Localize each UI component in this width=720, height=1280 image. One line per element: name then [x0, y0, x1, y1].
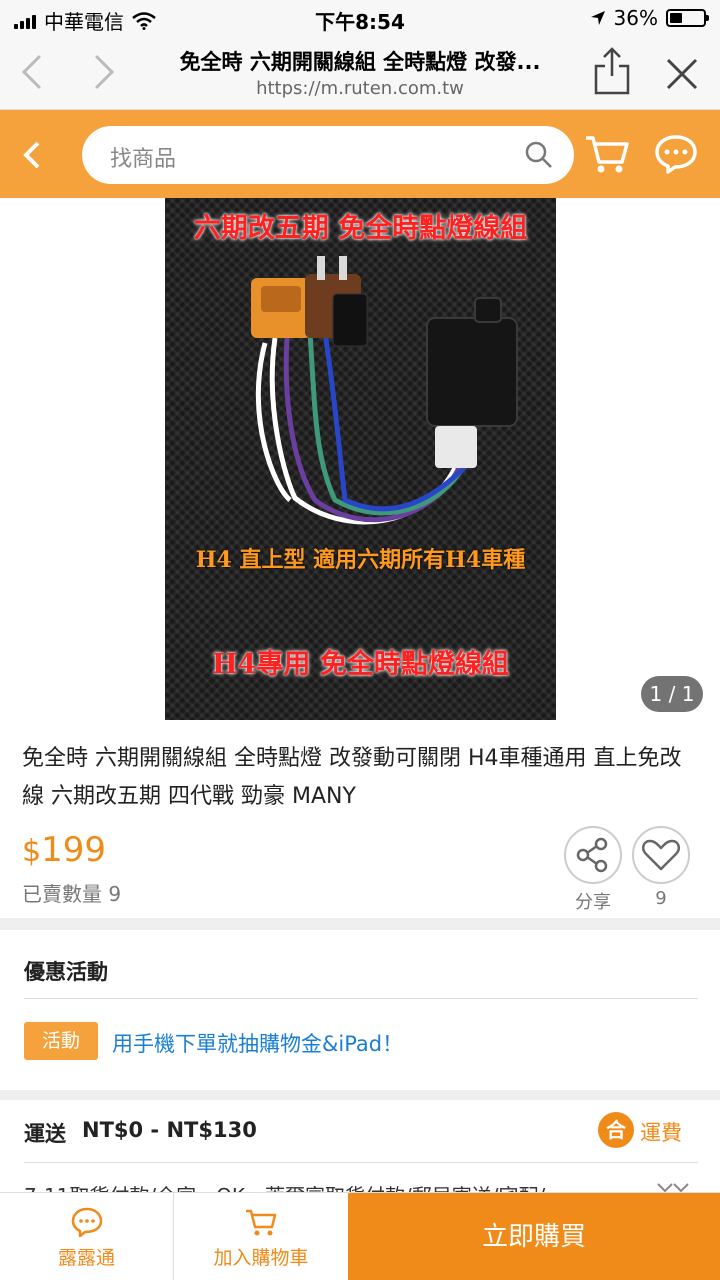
shipping-fee-link[interactable]: 運費 [640, 1117, 682, 1147]
search-placeholder: 找商品 [110, 147, 177, 172]
price-currency: $ [22, 834, 42, 869]
combined-shipping-badge: 合 [598, 1112, 634, 1148]
promotion-tag: 活動 [24, 1022, 98, 1060]
heart-icon [641, 839, 681, 871]
like-count: 9 [655, 888, 667, 909]
cart-icon[interactable] [584, 132, 630, 176]
sold-count: 已賣數量 9 [22, 882, 122, 906]
product-gallery[interactable]: 六期改五期 免全時點燈線組 H4 直上型 適用六期所有H4車種 H4專用 免全時… [0, 198, 720, 722]
share-icon [576, 837, 608, 873]
page-title: 免全時 六期開關線組 全時點燈 改發... [179, 50, 541, 74]
divider [24, 1162, 698, 1163]
share-label: 分享 [575, 892, 611, 913]
back-icon[interactable] [18, 138, 48, 172]
page-url[interactable]: https://m.ruten.com.tw [140, 78, 580, 99]
shipping-range: NT$0 - NT$130 [82, 1118, 257, 1142]
product-info: 免全時 六期開關線組 全時點燈 改發動可關閉 H4車種通用 直上免改線 六期改五… [0, 722, 720, 918]
bottom-action-bar: 露露通 加入購物車 立即購買 [0, 1192, 720, 1280]
chat-bubble-icon [71, 1207, 102, 1237]
chat-icon[interactable] [654, 134, 698, 174]
browser-forward-icon[interactable] [84, 52, 120, 92]
product-title: 免全時 六期開關線組 全時點燈 改發動可關閉 H4車種通用 直上免改線 六期改五… [22, 746, 682, 809]
status-bar: 中華電信 下午8:54 36% [0, 0, 720, 36]
product-photo[interactable]: 六期改五期 免全時點燈線組 H4 直上型 適用六期所有H4車種 H4專用 免全時… [165, 198, 556, 720]
close-icon[interactable] [664, 56, 700, 92]
location-icon [590, 11, 605, 25]
photo-caption-mid: H4 直上型 適用六期所有H4車種 [195, 547, 526, 573]
photo-caption-bottom: H4專用 免全時點燈線組 [212, 649, 509, 680]
status-right: 36% [590, 6, 709, 30]
add-to-cart-label: 加入購物車 [213, 1247, 309, 1269]
shipping-label: 運送 [24, 1122, 66, 1146]
battery-icon [666, 9, 709, 27]
cart-icon [246, 1209, 277, 1236]
price-value: 199 [41, 830, 106, 870]
share-button[interactable] [564, 826, 622, 884]
chat-label: 露露通 [57, 1247, 115, 1269]
shipping-section[interactable]: 運送 NT$0 - NT$130 合 運費 7-11取貨付款/全家、OK、萊爾富… [0, 1100, 720, 1208]
search-icon[interactable] [524, 140, 554, 170]
promotions-section: 優惠活動 活動 用手機下單就抽購物金&iPad！ [0, 930, 720, 1090]
product-price: $199 [22, 830, 106, 870]
site-header: 找商品 [0, 110, 720, 198]
browser-toolbar: 免全時 六期開關線組 全時點燈 改發... https://m.ruten.co… [0, 36, 720, 110]
share-sheet-icon[interactable] [592, 46, 632, 96]
divider [24, 998, 698, 999]
chat-button[interactable]: 露露通 [0, 1193, 174, 1280]
browser-back-icon[interactable] [16, 52, 52, 92]
add-to-cart-button[interactable]: 加入購物車 [174, 1193, 348, 1280]
image-page-indicator: 1 / 1 [641, 676, 703, 712]
like-button[interactable] [632, 826, 690, 884]
wiring-harness-illustration [251, 256, 518, 525]
battery-percent: 36% [613, 6, 658, 30]
buy-now-button[interactable]: 立即購買 [348, 1193, 720, 1280]
promotion-link[interactable]: 用手機下單就抽購物金&iPad！ [112, 1028, 403, 1058]
promotions-heading: 優惠活動 [24, 960, 108, 984]
search-input[interactable]: 找商品 [82, 126, 574, 184]
battery-level [670, 13, 682, 23]
